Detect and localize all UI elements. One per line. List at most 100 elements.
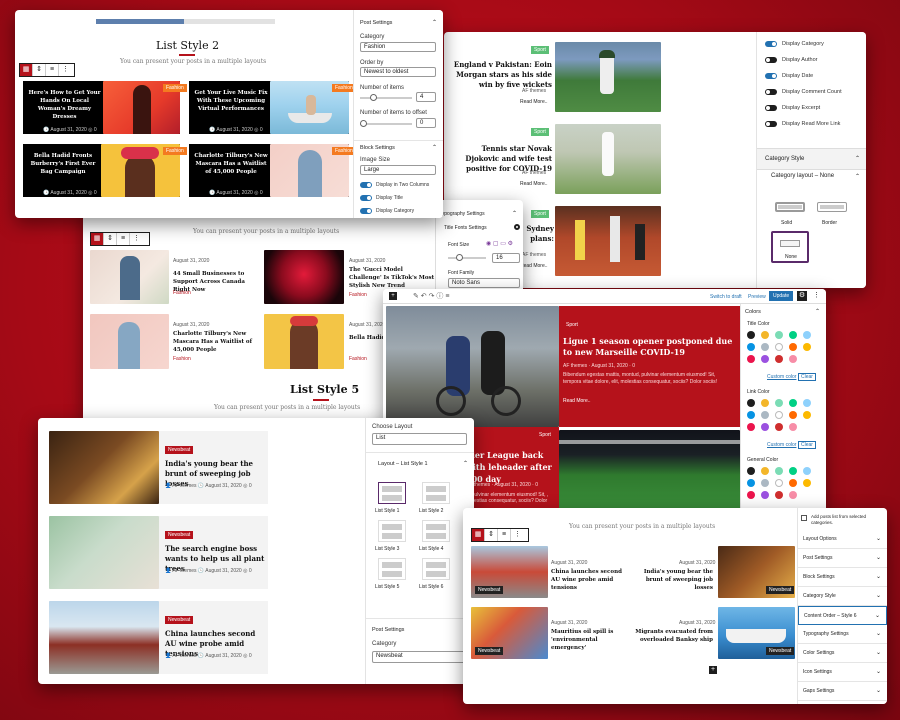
color-swatch[interactable] [747,467,755,475]
read-more-link[interactable]: Read More.. [520,181,548,187]
layout-style-option[interactable] [378,558,406,580]
post-title[interactable]: Bella Hadid Fronts Burberry's First Ever… [27,152,99,176]
display-category-toggle[interactable] [360,208,372,214]
custom-color-link[interactable]: Custom color [767,442,796,448]
toolbar-icons[interactable]: ✎ ↶ ↷ ⓘ ≡ [413,291,449,301]
chevron-down-icon[interactable]: ⌄ [876,687,881,694]
color-swatch[interactable] [775,479,783,487]
post-author[interactable]: AF themes [563,363,587,369]
more-options-icon[interactable]: ⋮ [813,291,820,299]
move-arrows-icon[interactable]: ⇕ [33,64,46,76]
title-fonts-label[interactable]: Title Fonts Settings [444,225,487,231]
choose-layout-select[interactable]: List [372,433,467,445]
category-style-heading[interactable]: Category Style [765,156,804,162]
color-swatch[interactable] [775,343,783,351]
switch-to-draft-link[interactable]: Switch to draft [710,294,742,300]
post-title[interactable]: The 'Gucci Model Challenge' Is TikTok's … [349,266,435,290]
color-swatch[interactable] [747,479,755,487]
accordion-row[interactable]: Typography Settings ⌄ [798,625,887,644]
post-title[interactable]: England v Pakistan: Eoin Morgan stars as… [450,60,552,90]
block-type-icon[interactable]: ▦ [472,529,485,541]
accordion-row[interactable]: Icon Settings ⌄ [798,663,887,682]
color-swatch[interactable] [761,479,769,487]
color-swatch[interactable] [803,467,811,475]
two-columns-toggle[interactable] [360,182,372,188]
category-select[interactable]: Newsbeat [372,651,467,663]
clear-button[interactable]: Clear [798,441,816,449]
accordion-row[interactable]: Category Style ⌄ [798,587,887,606]
post-author[interactable]: AF themes [172,653,196,659]
post-author[interactable]: AF themes [172,483,196,489]
add-block-icon[interactable]: + [709,666,717,674]
chevron-down-icon[interactable]: ⌄ [875,612,880,619]
chevron-down-icon[interactable]: ⌄ [876,649,881,656]
align-icon[interactable]: ≡ [498,529,511,541]
post-title[interactable]: nier League back with leheader after 100… [466,449,558,485]
post-title[interactable]: Ligue 1 season opener postponed due to n… [563,336,735,358]
update-button[interactable]: Update [769,291,794,301]
offset-input[interactable]: 0 [416,118,436,128]
color-swatch[interactable] [761,355,769,363]
block-type-icon[interactable]: ▦ [91,233,104,245]
font-family-select[interactable]: Noto Sans [448,278,520,288]
post-tag[interactable]: Newsbeat [475,647,504,655]
color-swatch[interactable] [747,399,755,407]
display-toggle[interactable] [765,57,777,63]
chevron-up-icon[interactable]: ⌃ [432,19,437,26]
color-swatch[interactable] [789,491,797,499]
chevron-up-icon[interactable]: ⌃ [432,144,437,151]
layout-style-option[interactable] [378,520,406,542]
layout-style-option[interactable] [422,558,450,580]
post-tag[interactable]: Newsbeat [475,586,504,594]
accordion-row[interactable]: Layout Options ⌄ [798,530,887,549]
color-swatch[interactable] [789,479,797,487]
offset-slider[interactable] [360,120,412,127]
color-swatch[interactable] [803,479,811,487]
chevron-down-icon[interactable]: ⌄ [876,554,881,561]
post-category[interactable]: Fashion [173,356,191,362]
post-title[interactable]: India's young bear the brunt of sweeping… [635,568,713,592]
read-more-link[interactable]: Read More.. [520,99,548,105]
chevron-up-icon[interactable]: ⌃ [463,460,468,467]
preview-button[interactable]: Preview [748,294,766,300]
post-tag[interactable]: Newsbeat [766,586,795,594]
color-swatch[interactable] [803,411,811,419]
post-tag[interactable]: Sport [536,431,554,439]
more-options-icon[interactable]: ⋮ [130,233,143,245]
color-swatch[interactable] [747,343,755,351]
image-size-select[interactable]: Large [360,165,436,175]
add-posts-checkbox[interactable] [801,515,807,521]
color-swatch[interactable] [789,467,797,475]
custom-color-link[interactable]: Custom color [767,374,796,380]
color-swatch[interactable] [747,355,755,363]
post-author[interactable]: AF themes [172,568,196,574]
layout-style-option[interactable] [422,482,450,504]
color-swatch[interactable] [761,399,769,407]
chevron-down-icon[interactable]: ⌄ [876,668,881,675]
chevron-down-icon[interactable]: ⌄ [876,630,881,637]
post-tag[interactable]: Newsbeat [766,647,795,655]
color-swatch[interactable] [761,343,769,351]
color-swatch[interactable] [789,343,797,351]
block-type-icon[interactable]: ▦ [20,64,33,76]
number-items-input[interactable]: 4 [416,92,436,102]
insert-block-icon[interactable]: + [389,292,397,300]
color-swatch[interactable] [775,423,783,431]
post-title[interactable]: China launches second AU wine probe amid… [551,568,631,592]
read-more-link[interactable]: Read More.. [520,263,548,269]
accordion-row[interactable]: Gaps Settings ⌄ [798,682,887,701]
align-icon[interactable]: ≡ [46,64,59,76]
chevron-up-icon[interactable]: ⌃ [815,308,820,315]
color-swatch[interactable] [775,399,783,407]
color-swatch[interactable] [789,331,797,339]
post-tag[interactable]: Fashion [163,84,187,92]
display-toggle[interactable] [765,41,777,47]
post-title[interactable]: Here's How to Get Your Hands On Local Wo… [27,89,102,121]
category-select[interactable]: Fashion [360,42,436,52]
color-swatch[interactable] [761,491,769,499]
more-options-icon[interactable]: ⋮ [59,64,72,76]
post-settings-heading[interactable]: Post Settings [372,627,404,633]
post-author[interactable]: AF themes [522,170,546,176]
post-category[interactable]: Fashion [349,356,367,362]
color-swatch[interactable] [747,411,755,419]
